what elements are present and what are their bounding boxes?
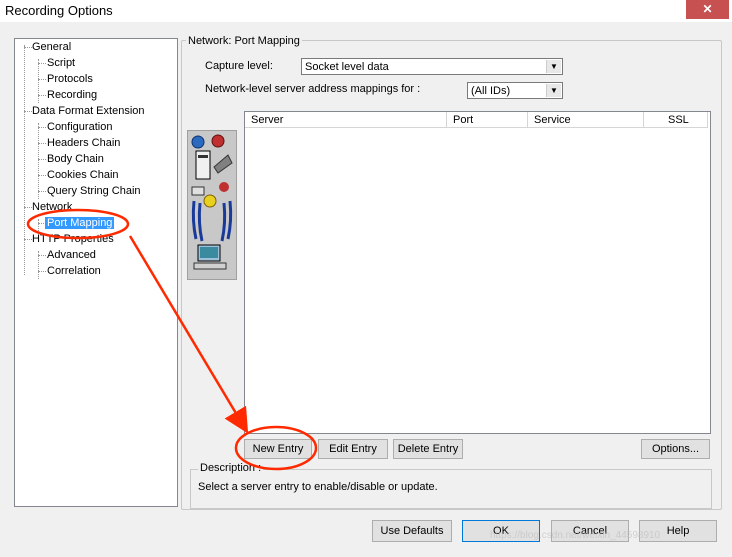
tree-item-label: Advanced: [47, 249, 96, 261]
tree-item-label: Script: [47, 57, 76, 69]
tree-item-label: HTTP Properties: [32, 233, 114, 245]
column-header-port[interactable]: Port: [447, 112, 528, 128]
tree-item-label: Body Chain: [47, 153, 104, 165]
close-button[interactable]: ✕: [686, 0, 729, 19]
capture-level-value: Socket level data: [305, 61, 389, 73]
tree-item-label: Query String Chain: [47, 185, 141, 197]
tree-item-label: General: [32, 41, 72, 53]
mappings-label: Network-level server address mappings fo…: [205, 83, 421, 95]
tree-item-label: Protocols: [47, 73, 93, 85]
column-header-server[interactable]: Server: [245, 112, 447, 128]
tree-item-label: Network: [32, 201, 73, 213]
mappings-value: (All IDs): [471, 85, 511, 97]
category-tree[interactable]: General Script Protocols Recording Data …: [14, 38, 178, 507]
watermark: https://blog.csdn.net/weixin_44598910: [490, 530, 661, 541]
column-header-service[interactable]: Service: [528, 112, 644, 128]
new-entry-button[interactable]: New Entry: [244, 439, 312, 459]
window-title: Recording Options: [5, 3, 113, 18]
use-defaults-button[interactable]: Use Defaults: [372, 520, 452, 542]
title-bar: Recording Options ✕: [0, 0, 732, 22]
delete-entry-button[interactable]: Delete Entry: [393, 439, 463, 459]
chevron-down-icon: ▼: [546, 84, 561, 97]
port-mapping-list[interactable]: Server Port Service SSL: [244, 111, 711, 434]
description-title: Description :: [198, 462, 264, 474]
mappings-select[interactable]: (All IDs) ▼: [467, 82, 563, 99]
tree-item-label: Recording: [47, 89, 98, 101]
tree-item-label: Data Format Extension: [32, 105, 145, 117]
tree-item-label-selected: Port Mapping: [45, 217, 115, 229]
chevron-down-icon: ▼: [546, 60, 561, 73]
options-button[interactable]: Options...: [641, 439, 710, 459]
tree-item-label: Correlation: [47, 265, 101, 277]
column-header-ssl[interactable]: SSL: [644, 112, 708, 128]
tree-item-label: Headers Chain: [47, 137, 121, 149]
capture-level-select[interactable]: Socket level data ▼: [301, 58, 563, 75]
group-title: Network: Port Mapping: [186, 35, 302, 47]
edit-entry-button[interactable]: Edit Entry: [318, 439, 388, 459]
tree-item-label: Cookies Chain: [47, 169, 119, 181]
description-text: Select a server entry to enable/disable …: [198, 481, 438, 493]
capture-level-label: Capture level:: [205, 60, 273, 72]
tree-item-label: Configuration: [47, 121, 113, 133]
network-diagram-icon: [187, 130, 237, 280]
